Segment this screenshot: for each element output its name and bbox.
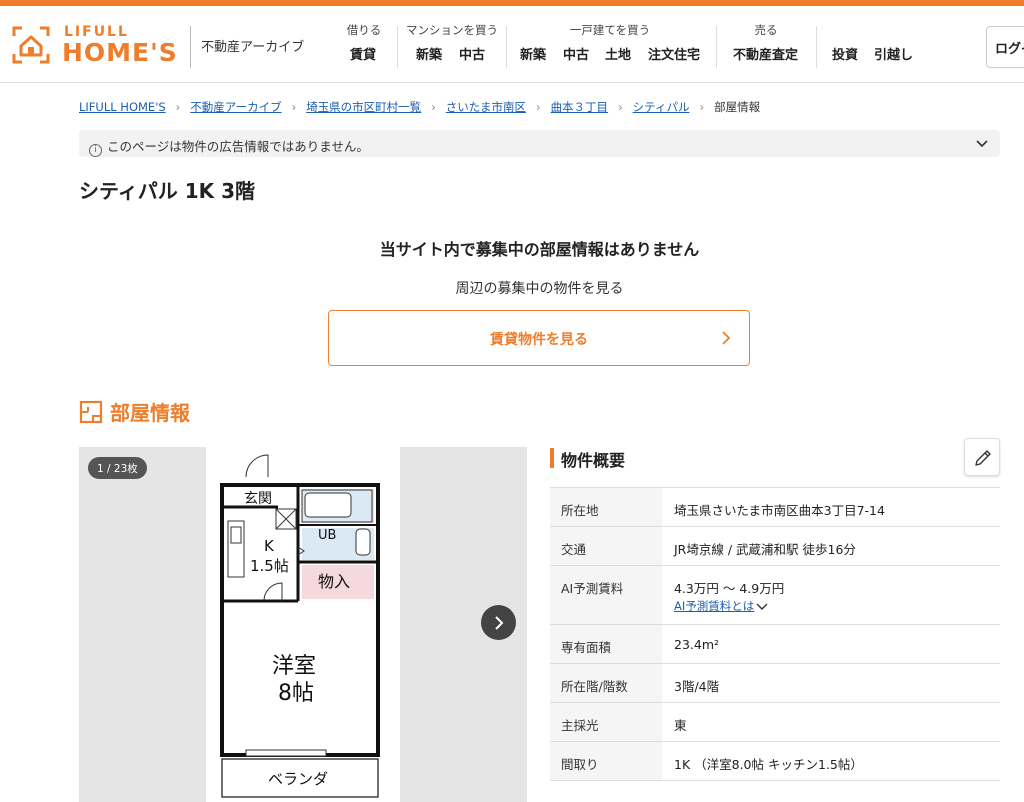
breadcrumb-link[interactable]: LIFULL HOME'S [79, 100, 166, 114]
logo-big-text: HOME'S [62, 38, 178, 67]
ad-notice-bar[interactable]: i このページは物件の広告情報ではありません。 [79, 130, 1000, 157]
chevron-right-icon: › [291, 100, 297, 114]
breadcrumb-link[interactable]: さいたま市南区 [446, 100, 526, 114]
view-rentals-label: 賃貸物件を見る [490, 332, 588, 348]
nav-category: マンションを買う [406, 23, 498, 37]
row-label: 所在地 [550, 488, 662, 526]
table-row: AI予測賃料 4.3万円 〜 4.9万円 AI予測賃料とは [550, 566, 1000, 625]
nav-divider [506, 26, 507, 68]
breadcrumb-current: 部屋情報 [714, 100, 761, 114]
chevron-right-icon: › [431, 100, 436, 114]
row-value: 埼玉県さいたま市南区曲本3丁目7-14 [674, 503, 885, 518]
nav-group-sell: 売る 不動産査定 [720, 22, 812, 74]
heading-accent-bar [550, 448, 554, 468]
breadcrumb-link[interactable]: 曲本３丁目 [551, 100, 609, 114]
row-value: JR埼京線 / 武蔵浦和駅 徒歩16分 [674, 542, 856, 557]
edit-button[interactable] [964, 438, 1000, 476]
nav-item-invest[interactable]: 投資 [832, 44, 858, 63]
nav-item-house-new[interactable]: 新築 [520, 44, 546, 63]
nav-item-moving[interactable]: 引越し [874, 44, 913, 63]
row-label: 主採光 [550, 703, 662, 741]
plan-kitchen-size: 1.5帖 [250, 557, 289, 575]
plan-veranda-label: ベランダ [268, 770, 328, 788]
plan-western-label: 洋室 [272, 654, 316, 679]
nav-divider [397, 26, 398, 68]
plan-kitchen-label: K [264, 537, 275, 555]
row-label: 間取り [550, 742, 662, 780]
nav-category: 売る [754, 23, 778, 37]
view-rentals-button[interactable]: 賃貸物件を見る [328, 310, 750, 366]
site-header: LIFULL HOME'S 不動産アーカイブ 借りる 賃貸 マンションを買う 新… [0, 6, 1024, 83]
photo-counter: 1 / 23枚 [88, 457, 147, 479]
nav-item-mansion-used[interactable]: 中古 [459, 44, 485, 63]
ai-rent-info-link-text: AI予測賃料とは [674, 599, 755, 613]
nav-item-house-used[interactable]: 中古 [563, 44, 589, 63]
breadcrumb: LIFULL HOME'S › 不動産アーカイブ › 埼玉県の市区町村一覧 › さいたま市南… [79, 99, 760, 117]
home-logo-icon [12, 26, 50, 64]
page-title: シティパル 1K 3階 [79, 179, 256, 203]
row-value: 1K （洋室8.0帖 キッチン1.5帖） [674, 757, 863, 772]
breadcrumb-link[interactable]: 埼玉県の市区町村一覧 [306, 100, 421, 114]
table-row: 専有面積 23.4m² [550, 625, 1000, 664]
nav-group-house: 一戸建てを買う 新築 中古 土地 注文住宅 [510, 22, 710, 74]
plan-entrance-label: 玄関 [244, 490, 272, 507]
archive-label[interactable]: 不動産アーカイブ [201, 36, 304, 55]
chevron-right-icon: › [535, 100, 541, 114]
no-listing-message: 当サイト内で募集中の部屋情報はありません [379, 240, 700, 259]
overview-table: 所在地 埼玉県さいたま市南区曲本3丁目7-14 交通 JR埼京線 / 武蔵浦和駅… [550, 487, 1000, 781]
floor-plan-icon [79, 400, 103, 424]
row-label: 専有面積 [550, 625, 662, 663]
table-row: 主採光 東 [550, 703, 1000, 742]
nav-item-rent[interactable]: 賃貸 [350, 44, 376, 63]
ad-notice-text: このページは物件の広告情報ではありません。 [107, 139, 369, 154]
chevron-right-icon: › [175, 100, 181, 114]
nav-category: 一戸建てを買う [569, 23, 651, 37]
nav-category: 借りる [346, 23, 382, 37]
photo-gallery: 玄関 UB K 1.5帖 物入 洋室 8帖 ベランダ 1 / 23枚 [79, 447, 527, 802]
pencil-icon [975, 450, 991, 466]
row-value: 3階/4階 [674, 679, 720, 694]
nav-item-mansion-new[interactable]: 新築 [416, 44, 442, 63]
row-value: 4.3万円 〜 4.9万円 [674, 581, 785, 596]
table-row: 所在階/階数 3階/4階 [550, 664, 1000, 703]
breadcrumb-link[interactable]: シティパル [633, 100, 690, 114]
plan-western-size: 8帖 [278, 681, 314, 706]
table-row: 交通 JR埼京線 / 武蔵浦和駅 徒歩16分 [550, 527, 1000, 566]
nav-item-appraisal[interactable]: 不動産査定 [733, 44, 798, 63]
nearby-listings-label: 周辺の募集中の物件を見る [455, 281, 624, 297]
table-row: 間取り 1K （洋室8.0帖 キッチン1.5帖） [550, 742, 1000, 781]
row-value: 23.4m² [674, 637, 720, 652]
table-row: 所在地 埼玉県さいたま市南区曲本3丁目7-14 [550, 488, 1000, 527]
nav-group-mansion: マンションを買う 新築 中古 [402, 22, 502, 74]
nav-divider [716, 26, 717, 68]
overview-title: 物件概要 [561, 451, 626, 470]
nav-item-custom-house[interactable]: 注文住宅 [648, 44, 700, 63]
floor-plan-image[interactable]: 玄関 UB K 1.5帖 物入 洋室 8帖 ベランダ [206, 447, 400, 802]
logo-divider [190, 26, 191, 68]
chevron-down-icon [976, 140, 988, 148]
nav-group-other: 投資 引越し [820, 22, 930, 74]
login-button[interactable]: ログイ [986, 26, 1024, 68]
breadcrumb-link[interactable]: 不動産アーカイブ [190, 100, 281, 114]
chevron-right-icon: › [699, 100, 705, 114]
row-label: 交通 [550, 527, 662, 565]
plan-bath-label: UB [318, 528, 336, 543]
chevron-right-icon: › [618, 100, 623, 114]
row-value: 東 [674, 718, 687, 733]
nav-group-rent: 借りる 賃貸 [338, 22, 390, 74]
row-label: AI予測賃料 [550, 566, 662, 624]
chevron-down-icon [756, 603, 768, 610]
site-logo[interactable]: LIFULL HOME'S [12, 24, 184, 70]
room-info-title: 部屋情報 [110, 401, 190, 425]
chevron-right-icon [495, 616, 504, 630]
ai-rent-info-link[interactable]: AI予測賃料とは [674, 598, 768, 614]
chevron-right-icon [722, 331, 731, 345]
row-label: 所在階/階数 [550, 664, 662, 702]
next-photo-button[interactable] [481, 605, 516, 640]
nav-item-land[interactable]: 土地 [605, 44, 631, 63]
nav-divider [816, 26, 817, 68]
plan-storage-label: 物入 [318, 572, 350, 591]
info-icon: i [89, 144, 102, 157]
